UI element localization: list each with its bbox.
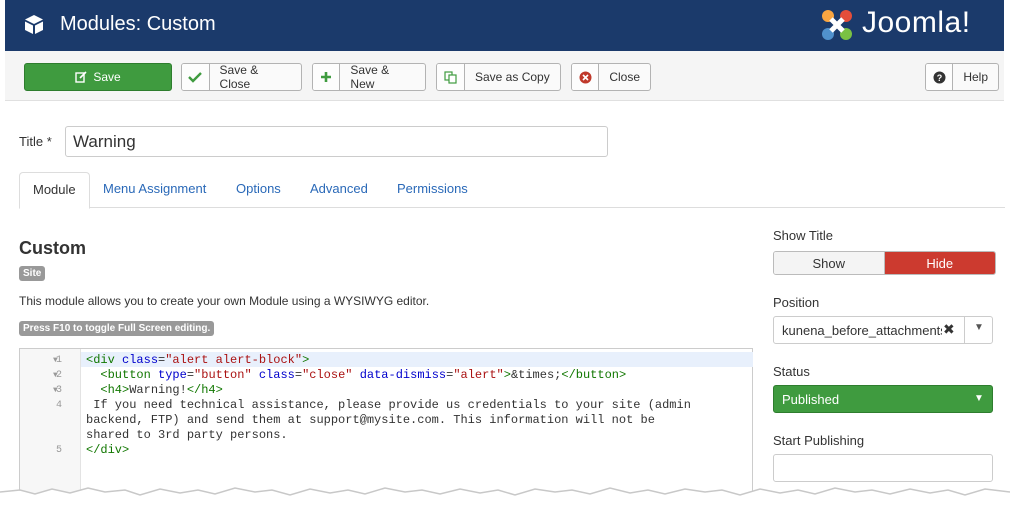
torn-edge-decoration [0, 487, 1010, 509]
copy-icon [437, 64, 465, 90]
module-type-heading: Custom [19, 238, 86, 258]
title-input[interactable]: Warning [65, 126, 608, 157]
start-publishing-label: Start Publishing [773, 433, 865, 448]
close-button[interactable]: Close [571, 63, 651, 91]
status-value: Published [782, 392, 840, 407]
caret-down-icon: ▼ [974, 393, 984, 404]
line-number: 5 [55, 445, 62, 456]
close-circle-icon [572, 64, 600, 90]
help-icon: ? [926, 64, 954, 90]
fold-arrow-icon[interactable]: ▼ [53, 383, 58, 398]
help-label: Help [963, 70, 988, 84]
tab-options[interactable]: Options [223, 172, 294, 208]
site-badge: Site [19, 266, 46, 281]
tab-advanced[interactable]: Advanced [297, 172, 381, 208]
tab-menu-assignment[interactable]: Menu Assignment [90, 172, 219, 208]
fold-arrow-icon[interactable]: ▼ [53, 353, 58, 368]
save-new-button[interactable]: Save & New [312, 63, 426, 91]
save-as-copy-button[interactable]: Save as Copy [436, 63, 561, 91]
check-icon [182, 64, 210, 90]
save-close-label: Save & Close [219, 63, 259, 91]
save-label: Save [93, 70, 121, 84]
module-description: This module allows you to create your ow… [19, 294, 430, 308]
joomla-logo-icon [822, 10, 852, 40]
cube-icon [25, 15, 43, 34]
save-button[interactable]: Save [24, 63, 172, 91]
show-title-label: Show Title [773, 228, 833, 243]
edit-icon [75, 64, 87, 90]
save-as-copy-label: Save as Copy [475, 70, 550, 84]
hide-option[interactable]: Hide [884, 252, 995, 274]
close-label: Close [609, 70, 640, 84]
caret-down-icon[interactable]: ▼ [974, 322, 984, 333]
save-new-label: Save & New [350, 63, 390, 91]
help-button[interactable]: ? Help [925, 63, 999, 91]
tab-bar: Module Menu Assignment Options Advanced … [19, 172, 1005, 209]
tab-permissions[interactable]: Permissions [384, 172, 481, 208]
brand-logo-text: Joomla! [862, 6, 971, 39]
svg-text:?: ? [936, 73, 942, 83]
clear-icon[interactable]: ✖ [943, 321, 955, 338]
position-select[interactable]: kunena_before_attachments ✖ ▼ [773, 316, 993, 344]
title-label: Title * [19, 134, 52, 149]
code-line-4a: If you need technical assistance, please… [86, 398, 691, 412]
position-label: Position [773, 295, 820, 310]
code-line-3: <h4>Warning!</h4> [100, 383, 223, 397]
code-line-5: </div> [86, 443, 130, 457]
line-number: 4 [55, 400, 62, 411]
select-divider [964, 317, 965, 343]
plus-icon [313, 64, 341, 90]
save-close-button[interactable]: Save & Close [181, 63, 302, 91]
code-line-2: <button type="button" class="close" data… [100, 368, 627, 382]
show-title-toggle: Show Hide [773, 251, 996, 275]
position-value: kunena_before_attachments [782, 323, 942, 338]
editor-hint-badge: Press F10 to toggle Full Screen editing. [19, 321, 215, 336]
fold-arrow-icon[interactable]: ▼ [53, 368, 58, 383]
page-title: Modules: Custom [60, 13, 216, 35]
code-line-4b: backend, FTP) and send them at support@m… [86, 413, 655, 427]
toolbar: Save Save & Close Save & New Save as Cop… [5, 51, 1004, 101]
tab-module[interactable]: Module [19, 172, 90, 209]
show-option[interactable]: Show [774, 252, 885, 274]
status-select[interactable]: Published ▼ [773, 385, 993, 413]
app-header: Modules: Custom Joomla! [5, 0, 1004, 51]
code-line-1: <div class="alert alert-block"> [86, 353, 310, 367]
code-line-4c: shared to 3rd party persons. [86, 428, 288, 442]
status-label: Status [773, 364, 810, 379]
